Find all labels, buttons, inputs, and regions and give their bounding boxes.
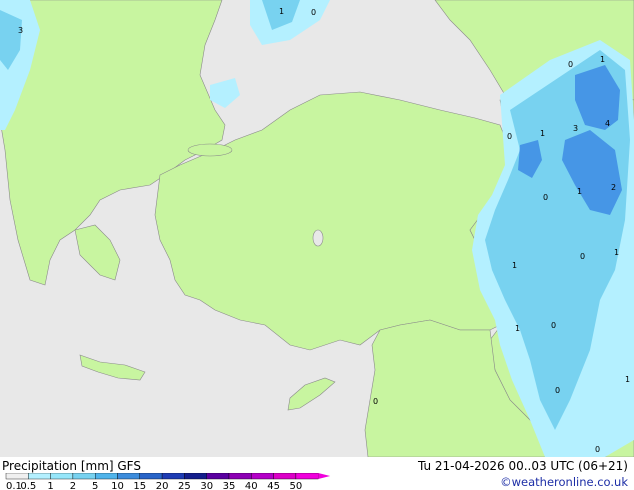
scale-arrow xyxy=(318,473,331,479)
point-value: 3 xyxy=(18,26,23,35)
point-value: 0 xyxy=(543,193,548,202)
color-scale: 0.10.5 1 2 5 10 15 20 25 30 35 40 45 50 xyxy=(5,473,331,490)
scale-swatch xyxy=(72,473,96,480)
scale-label: 1 xyxy=(47,481,53,490)
point-value: 0 xyxy=(555,386,560,395)
scale-swatch xyxy=(228,473,252,480)
point-value: 1 xyxy=(512,261,517,270)
scale-label: 15 xyxy=(133,481,146,490)
point-value: 0 xyxy=(595,445,600,454)
scale-label: 50 xyxy=(290,481,303,490)
point-value: 1 xyxy=(625,375,630,384)
valid-time: Tu 21-04-2026 00..03 UTC (06+21) xyxy=(417,459,628,473)
scale-label: 45 xyxy=(267,481,280,490)
point-value: 2 xyxy=(611,183,616,192)
point-value: 1 xyxy=(540,129,545,138)
point-value: 1 xyxy=(600,55,605,64)
scale-swatch xyxy=(184,473,207,480)
footer: Precipitation [mm] GFS Tu 21-04-2026 00.… xyxy=(0,457,634,490)
scale-label: 25 xyxy=(178,481,191,490)
point-value: 0 xyxy=(507,132,512,141)
point-value: 1 xyxy=(279,7,284,16)
scale-swatch xyxy=(117,473,140,480)
point-value: 0 xyxy=(373,397,378,406)
scale-swatch xyxy=(251,473,274,480)
point-value: 1 xyxy=(577,187,582,196)
scale-swatch xyxy=(139,473,163,480)
scale-swatch xyxy=(5,473,29,480)
scale-swatch xyxy=(50,473,74,480)
scale-swatch xyxy=(295,473,319,480)
scale-label: 35 xyxy=(223,481,236,490)
point-value: 0 xyxy=(551,321,556,330)
point-value: 0 xyxy=(580,252,585,261)
point-value: 0 xyxy=(568,60,573,69)
scale-label: 10 xyxy=(111,481,124,490)
point-value: 1 xyxy=(614,248,619,257)
scale-swatch xyxy=(206,473,230,480)
scale-label: 30 xyxy=(200,481,213,490)
point-value: 4 xyxy=(605,119,610,128)
scale-swatch xyxy=(273,473,297,480)
scale-swatch xyxy=(161,473,185,480)
scale-swatch xyxy=(94,473,118,480)
credit-link[interactable]: ©weatheronline.co.uk xyxy=(500,475,628,489)
point-value: 3 xyxy=(573,124,578,133)
scale-label: 0.5 xyxy=(20,481,36,490)
scale-label: 20 xyxy=(156,481,169,490)
scale-label: 40 xyxy=(245,481,258,490)
scale-swatch xyxy=(28,473,51,480)
map-title: Precipitation [mm] GFS xyxy=(2,459,141,473)
precipitation-map: 3 1 0 0 1 1 3 4 0 2 1 0 0 1 1 1 0 0 0 1 … xyxy=(0,0,634,457)
point-value: 0 xyxy=(311,8,316,17)
scale-label: 2 xyxy=(70,481,76,490)
scale-label: 5 xyxy=(92,481,98,490)
point-value: 1 xyxy=(515,324,520,333)
